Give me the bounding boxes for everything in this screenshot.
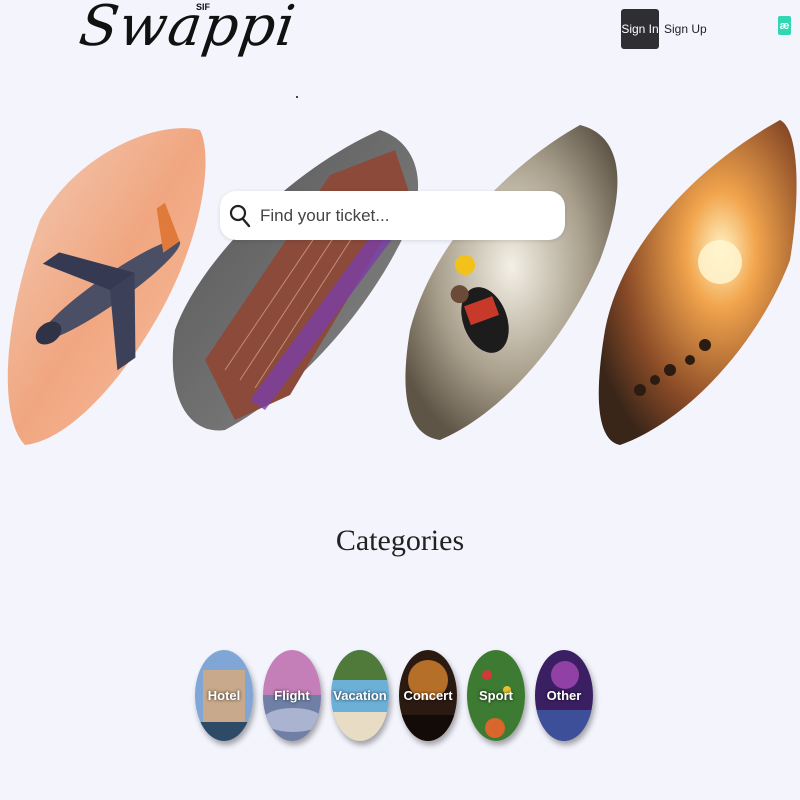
decorative-dot [296,96,298,98]
category-vacation[interactable]: Vacation [331,650,389,741]
hero-concert-image [598,120,797,445]
category-label: Other [546,688,582,703]
sign-in-button[interactable]: Sign In [621,9,659,49]
category-label: Hotel [207,688,241,703]
category-label: Concert [403,688,453,703]
hero-sport-image [405,125,618,440]
search-icon [229,204,251,227]
categories-list: Hotel Flight Vacation Concert Sport Othe… [195,650,615,742]
category-flight[interactable]: Flight [263,650,321,741]
category-other[interactable]: Other [535,650,593,741]
sign-up-link[interactable]: Sign Up [664,22,707,36]
category-label: Vacation [333,688,387,703]
logo-superscript: SIF [196,2,211,12]
hero-hotel-image [172,130,419,431]
search-input[interactable] [258,204,565,227]
category-label: Flight [274,688,310,703]
category-sport[interactable]: Sport [467,650,525,741]
category-label: Sport [479,688,513,703]
category-concert[interactable]: Concert [399,650,457,741]
search-bar[interactable] [220,191,565,240]
categories-title: Categories [335,524,465,557]
category-hotel[interactable]: Hotel [195,650,253,741]
language-badge[interactable]: æ [778,16,791,35]
logo[interactable]: Swappi [75,0,299,59]
hero-banner [7,120,797,445]
